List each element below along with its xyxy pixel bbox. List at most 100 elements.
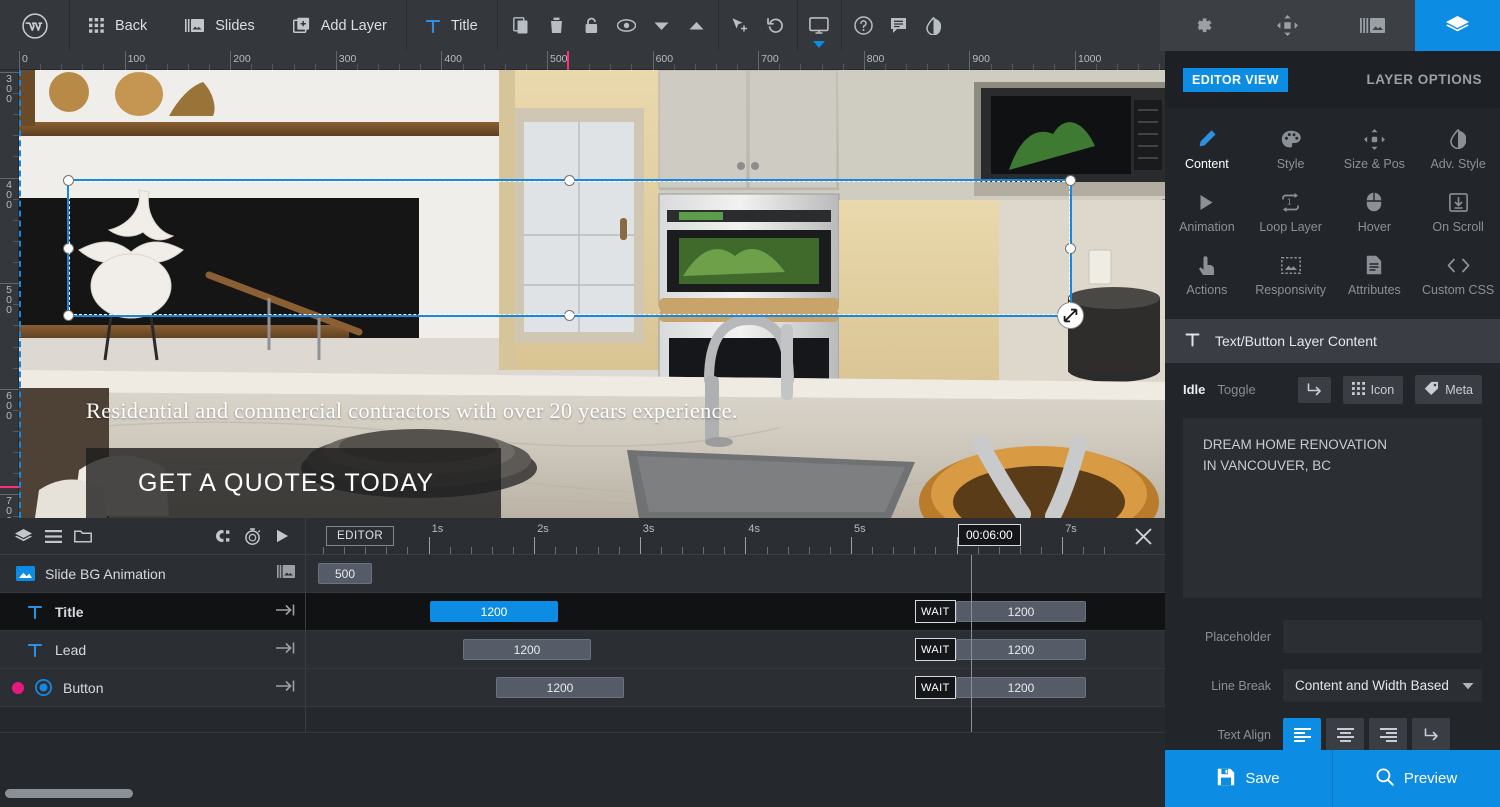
save-button[interactable]: Save xyxy=(1165,750,1332,807)
icon-button[interactable]: Icon xyxy=(1342,375,1404,404)
ruler-top[interactable]: 0 100 200 300 400 500 600 700 800 900 1000 xyxy=(0,51,1165,70)
left-guide[interactable] xyxy=(19,70,21,518)
chevron-down-icon[interactable] xyxy=(644,0,679,51)
tab-hover[interactable]: Hover xyxy=(1333,181,1417,244)
track-title[interactable]: 1200 WAIT 1200 xyxy=(306,593,1165,631)
panel-section-header: Text/Button Layer Content xyxy=(1165,319,1500,363)
anim-bar[interactable]: 1200 xyxy=(430,601,558,622)
tab-attributes[interactable]: Attributes xyxy=(1333,244,1417,307)
timeline-tick xyxy=(660,547,662,554)
end-arrow-icon[interactable] xyxy=(276,679,295,697)
timeline-timecode[interactable]: 00:06:00 xyxy=(958,524,1021,546)
tab-size-pos[interactable]: Size & Pos xyxy=(1333,118,1417,181)
undo-icon[interactable] xyxy=(758,0,793,51)
track-lead[interactable]: 1200 WAIT 1200 xyxy=(306,631,1165,669)
end-arrow-icon[interactable] xyxy=(276,603,295,621)
lock-icon[interactable] xyxy=(574,0,609,51)
handle-top-right[interactable] xyxy=(1065,175,1076,186)
tab-custom-css[interactable]: Custom CSS xyxy=(1416,244,1500,307)
slide-stage[interactable]: Residential and commercial contractors w… xyxy=(19,70,1165,518)
comment-icon[interactable] xyxy=(881,0,916,51)
gallery-icon[interactable] xyxy=(277,564,295,584)
ruler-left[interactable]: 300400500600700 xyxy=(0,70,19,580)
timeline-row-lead[interactable]: Lead xyxy=(0,631,305,669)
timeline-editor-chip[interactable]: EDITOR xyxy=(326,526,395,546)
state-toggle[interactable]: Toggle xyxy=(1217,382,1255,397)
copy-icon[interactable] xyxy=(504,0,539,51)
tab-content[interactable]: Content xyxy=(1165,118,1249,181)
navigation-icon[interactable] xyxy=(1330,0,1415,51)
play-icon[interactable] xyxy=(267,518,297,555)
chevron-up-icon[interactable] xyxy=(679,0,714,51)
slides-button[interactable]: Slides xyxy=(166,0,274,51)
align-center-icon[interactable] xyxy=(1326,718,1364,751)
list-icon[interactable] xyxy=(38,518,68,555)
close-icon[interactable] xyxy=(1134,527,1153,552)
layers-icon[interactable] xyxy=(8,518,38,555)
tab-animation[interactable]: Animation xyxy=(1165,181,1249,244)
button-layer[interactable]: GET A QUOTES TODAY xyxy=(86,448,501,518)
clip-icon[interactable] xyxy=(207,518,237,555)
lead-layer-text[interactable]: Residential and commercial contractors w… xyxy=(86,398,738,424)
handle-top-center[interactable] xyxy=(564,175,575,186)
anim-bar[interactable]: 1200 xyxy=(463,639,591,660)
return-arrow-icon[interactable] xyxy=(1297,376,1331,403)
timeline-row-button[interactable]: Button xyxy=(0,669,305,707)
gear-icon[interactable] xyxy=(1160,0,1245,51)
track-button[interactable]: 1200 WAIT 1200 xyxy=(306,669,1165,707)
editor-view-chip[interactable]: EDITOR VIEW xyxy=(1183,67,1288,92)
wait-marker[interactable]: WAIT xyxy=(915,600,956,623)
track-slide-bg[interactable]: 500 xyxy=(306,555,1165,593)
cursor-add-icon[interactable] xyxy=(723,0,758,51)
contrast-icon[interactable] xyxy=(916,0,951,51)
handle-middle-right[interactable] xyxy=(1065,242,1076,254)
help-icon[interactable] xyxy=(846,0,881,51)
tab-on-scroll[interactable]: On Scroll xyxy=(1416,181,1500,244)
anim-bar[interactable]: 1200 xyxy=(956,677,1086,698)
align-right-icon[interactable] xyxy=(1369,718,1407,751)
add-layer-button[interactable]: Add Layer xyxy=(274,0,406,51)
state-idle[interactable]: Idle xyxy=(1183,382,1205,397)
anim-bar[interactable]: 1200 xyxy=(496,677,624,698)
anim-bar[interactable]: 1200 xyxy=(956,601,1086,622)
move-icon[interactable] xyxy=(1245,0,1330,51)
timeline-row-title[interactable]: Title xyxy=(0,593,305,631)
anim-bar[interactable]: 500 xyxy=(318,563,372,584)
line-break-select[interactable]: Content and Width Based xyxy=(1283,669,1482,702)
tab-loop-layer[interactable]: 1 Loop Layer xyxy=(1249,181,1333,244)
trash-icon[interactable] xyxy=(539,0,574,51)
back-button[interactable]: Back xyxy=(70,0,166,51)
stopwatch-icon[interactable] xyxy=(237,518,267,555)
timeline-ruler[interactable]: EDITOR 00:06:00 1s 2s 3s 4s 5s 7s xyxy=(306,518,1165,555)
tab-responsivity[interactable]: Responsivity xyxy=(1249,244,1333,307)
wait-marker[interactable]: WAIT xyxy=(915,638,956,661)
handle-middle-left[interactable] xyxy=(63,242,74,254)
meta-button[interactable]: Meta xyxy=(1415,375,1482,404)
horizontal-scrollbar[interactable] xyxy=(5,789,133,798)
wait-marker[interactable]: WAIT xyxy=(915,676,956,699)
handle-bottom-center[interactable] xyxy=(564,310,575,321)
end-arrow-icon[interactable] xyxy=(276,641,295,659)
layer-selection-box[interactable] xyxy=(63,175,1084,329)
eye-icon[interactable] xyxy=(609,0,644,51)
align-left-icon[interactable] xyxy=(1283,718,1321,751)
handle-bottom-left[interactable] xyxy=(63,310,74,321)
current-layer[interactable]: Title xyxy=(407,0,497,51)
layers-icon[interactable] xyxy=(1415,0,1500,51)
timeline-tick xyxy=(998,547,1000,554)
placeholder-input[interactable] xyxy=(1283,620,1482,653)
preview-button[interactable]: Preview xyxy=(1333,750,1500,807)
align-return-icon[interactable] xyxy=(1412,718,1450,751)
resize-nwse-icon[interactable] xyxy=(1057,302,1084,329)
timeline-row-slide-bg[interactable]: Slide BG Animation xyxy=(0,555,305,593)
anim-bar[interactable]: 1200 xyxy=(956,639,1086,660)
folder-icon[interactable] xyxy=(68,518,98,555)
layer-content-textarea[interactable]: DREAM HOME RENOVATION IN VANCOUVER, BC xyxy=(1183,418,1482,598)
desktop-icon[interactable] xyxy=(802,0,837,51)
tab-style[interactable]: Style xyxy=(1249,118,1333,181)
tab-adv-style[interactable]: Adv. Style xyxy=(1416,118,1500,181)
ruler-label: 300 xyxy=(338,53,357,65)
wordpress-icon[interactable] xyxy=(0,0,70,51)
tab-actions[interactable]: Actions xyxy=(1165,244,1249,307)
handle-top-left[interactable] xyxy=(63,175,74,186)
